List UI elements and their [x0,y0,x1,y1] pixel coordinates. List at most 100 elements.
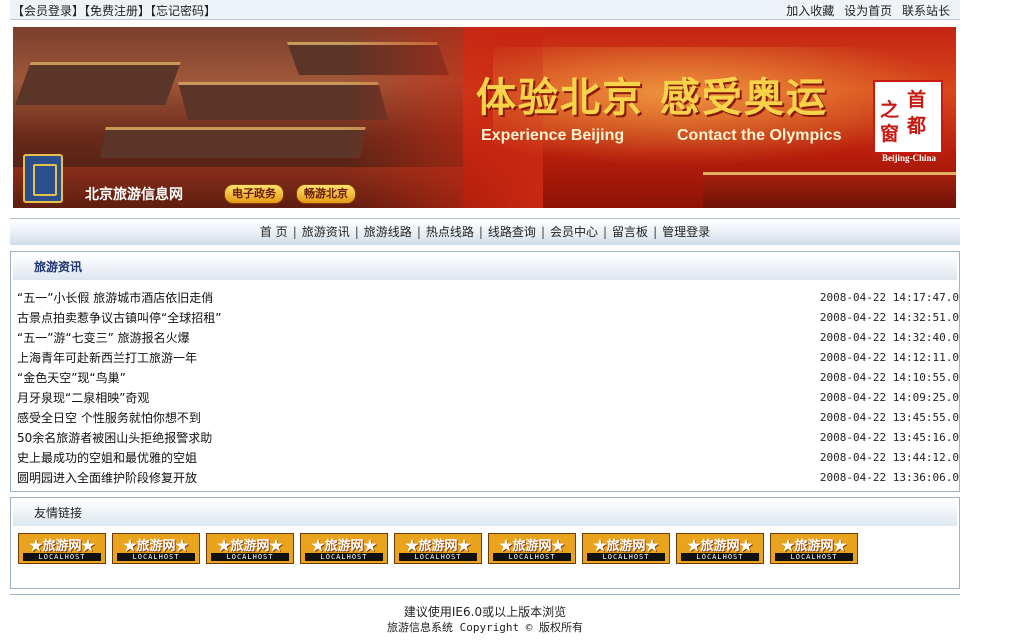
list-item: 圆明园进入全面维护阶段修复开放 2008-04-22 13:36:06.0 [17,468,959,488]
nav-item-travel-news[interactable]: 旅游资讯 [297,225,355,239]
nav-item-route-search[interactable]: 线路查询 [483,225,541,239]
browser-recommendation: 建议使用IE6.0或以上版本浏览 [403,605,567,619]
copyright: 旅游信息系统 Copyright © 版权所有 [386,621,584,634]
news-title-link[interactable]: 上海青年可赴新西兰打工旅游一年 [17,351,197,365]
register-link[interactable]: 【免费注册】 [84,4,150,18]
banner: 体验北京 感受奥运 Experience Beijing Contact the… [13,27,956,208]
seal-char: 之 [880,99,900,121]
badge-title: ★旅游网★ [405,539,471,554]
panel-title: 旅游资讯 [13,254,957,280]
site-logo-icon [23,154,63,203]
friend-link-badge[interactable]: ★旅游网★ LOCALHOST [206,533,294,564]
news-title-link[interactable]: 史上最成功的空姐和最优雅的空姐 [17,451,197,465]
capital-window-seal: 首 之 都 窗 Beijing-China [873,80,943,163]
friend-link-badge[interactable]: ★旅游网★ LOCALHOST [488,533,576,564]
news-date: 2008-04-22 13:36:06.0 [819,471,959,484]
news-date: 2008-04-22 14:32:51.0 [819,311,959,324]
friend-link-badge[interactable]: ★旅游网★ LOCALHOST [394,533,482,564]
news-title-link[interactable]: “金色天空”现“鸟巢” [17,371,126,385]
badge-subtitle: LOCALHOST [587,553,665,561]
badge-title: ★旅游网★ [217,539,283,554]
footer-divider [10,594,960,595]
list-item: 50余名旅游者被困山头拒绝报警求助 2008-04-22 13:45:16.0 [17,428,959,448]
news-date: 2008-04-22 13:45:55.0 [819,411,959,424]
list-item: 上海青年可赴新西兰打工旅游一年 2008-04-22 14:12:11.0 [17,348,959,368]
news-title-link[interactable]: 感受全日空 个性服务就怕你想不到 [17,411,201,425]
news-title-link[interactable]: 月牙泉现“二泉相映”奇观 [17,391,149,405]
nav-item-guestbook[interactable]: 留言板 [607,225,653,239]
news-date: 2008-04-22 13:45:16.0 [819,431,959,444]
nav-item-admin-login[interactable]: 管理登录 [657,225,715,239]
footer: 建议使用IE6.0或以上版本浏览 旅游信息系统 Copyright © 版权所有 [10,604,960,636]
list-item: “五一”小长假 旅游城市酒店依旧走俏 2008-04-22 14:17:47.0 [17,288,959,308]
friend-link-badge[interactable]: ★旅游网★ LOCALHOST [18,533,106,564]
news-title-link[interactable]: 圆明园进入全面维护阶段修复开放 [17,471,197,485]
badge-title: ★旅游网★ [123,539,189,554]
set-homepage-link[interactable]: 设为首页 [844,4,892,18]
badge-title: ★旅游网★ [781,539,847,554]
news-date: 2008-04-22 14:32:40.0 [819,331,959,344]
member-login-link[interactable]: 【会员登录】 [12,4,84,18]
nav-item-member-center[interactable]: 会员中心 [545,225,603,239]
banner-slogan: 体验北京 感受奥运 [476,74,828,121]
badge-title: ★旅游网★ [311,539,377,554]
news-date: 2008-04-22 13:44:12.0 [819,451,959,464]
seal-subtitle: Beijing-China [881,153,936,163]
travel-news-panel: 旅游资讯 “五一”小长假 旅游城市酒店依旧走俏 2008-04-22 14:17:… [10,251,960,492]
banner-slogan-en-2: Contact the Olympics [677,127,842,144]
news-date: 2008-04-22 14:09:25.0 [819,391,959,404]
badge-title: ★旅游网★ [593,539,659,554]
badge-title: ★旅游网★ [29,539,95,554]
add-favorite-link[interactable]: 加入收藏 [786,4,834,18]
badge-subtitle: LOCALHOST [493,553,571,561]
palace-roof [100,127,366,158]
badge-subtitle: LOCALHOST [681,553,759,561]
friend-link-badge[interactable]: ★旅游网★ LOCALHOST [582,533,670,564]
news-title-link[interactable]: “五一”小长假 旅游城市酒店依旧走俏 [17,291,213,305]
news-title-link[interactable]: “五一”游“七变三” 旅游报名火爆 [17,331,190,345]
list-item: 月牙泉现“二泉相映”奇观 2008-04-22 14:09:25.0 [17,388,959,408]
friend-link-badge[interactable]: ★旅游网★ LOCALHOST [770,533,858,564]
list-item: 古景点拍卖惹争议古镇叫停“全球招租” 2008-04-22 14:32:51.0 [17,308,959,328]
news-date: 2008-04-22 14:10:55.0 [819,371,959,384]
news-list: “五一”小长假 旅游城市酒店依旧走俏 2008-04-22 14:17:47.0 … [17,288,959,488]
news-title-link[interactable]: 50余名旅游者被困山头拒绝报警求助 [17,431,212,445]
account-links: 【会员登录】【免费注册】【忘记密码】 [12,2,216,19]
site-name: 北京旅游信息网 [85,187,183,203]
friend-link-badge[interactable]: ★旅游网★ LOCALHOST [300,533,388,564]
news-title-link[interactable]: 古景点拍卖惹争议古镇叫停“全球招租” [17,311,221,325]
tour-beijing-button[interactable]: 畅游北京 [296,184,356,204]
nav-item-hot-routes[interactable]: 热点线路 [421,225,479,239]
site-links: 加入收藏 设为首页 联系站长 [780,2,950,19]
badge-subtitle: LOCALHOST [305,553,383,561]
badge-title: ★旅游网★ [499,539,565,554]
banner-slogan-en-1: Experience Beijing [481,127,625,144]
top-bar: 【会员登录】【免费注册】【忘记密码】 加入收藏 设为首页 联系站长 [10,0,960,20]
e-government-button[interactable]: 电子政务 [224,184,284,204]
badge-subtitle: LOCALHOST [775,553,853,561]
badge-subtitle: LOCALHOST [23,553,101,561]
friend-links-panel: 友情链接 ★旅游网★ LOCALHOST ★旅游网★ LOCALHOST ★旅游网★… [10,497,960,589]
friend-link-badge[interactable]: ★旅游网★ LOCALHOST [676,533,764,564]
list-item: “金色天空”现“鸟巢” 2008-04-22 14:10:55.0 [17,368,959,388]
badge-title: ★旅游网★ [687,539,753,554]
list-item: 感受全日空 个性服务就怕你想不到 2008-04-22 13:45:55.0 [17,408,959,428]
forgot-password-link[interactable]: 【忘记密码】 [150,4,216,18]
list-item: 史上最成功的空姐和最优雅的空姐 2008-04-22 13:44:12.0 [17,448,959,468]
friend-link-badge[interactable]: ★旅游网★ LOCALHOST [112,533,200,564]
badge-subtitle: LOCALHOST [117,553,195,561]
seal-char: 首 [907,89,927,111]
main-nav: 首 页 | 旅游资讯 | 旅游线路 | 热点线路 | 线路查询 | 会员中心 | 留言板 | 管理登录 [10,218,960,245]
palace-roof [15,62,181,105]
badge-subtitle: LOCALHOST [399,553,477,561]
seal-char: 都 [907,115,927,137]
nav-item-home[interactable]: 首 页 [255,225,293,239]
contact-link[interactable]: 联系站长 [902,4,950,18]
panel-title: 友情链接 [13,500,957,526]
news-date: 2008-04-22 14:12:11.0 [819,351,959,364]
nav-item-travel-routes[interactable]: 旅游线路 [359,225,417,239]
list-item: “五一”游“七变三” 旅游报名火爆 2008-04-22 14:32:40.0 [17,328,959,348]
news-date: 2008-04-22 14:17:47.0 [819,291,959,304]
seal-char: 窗 [880,123,900,145]
badge-subtitle: LOCALHOST [211,553,289,561]
